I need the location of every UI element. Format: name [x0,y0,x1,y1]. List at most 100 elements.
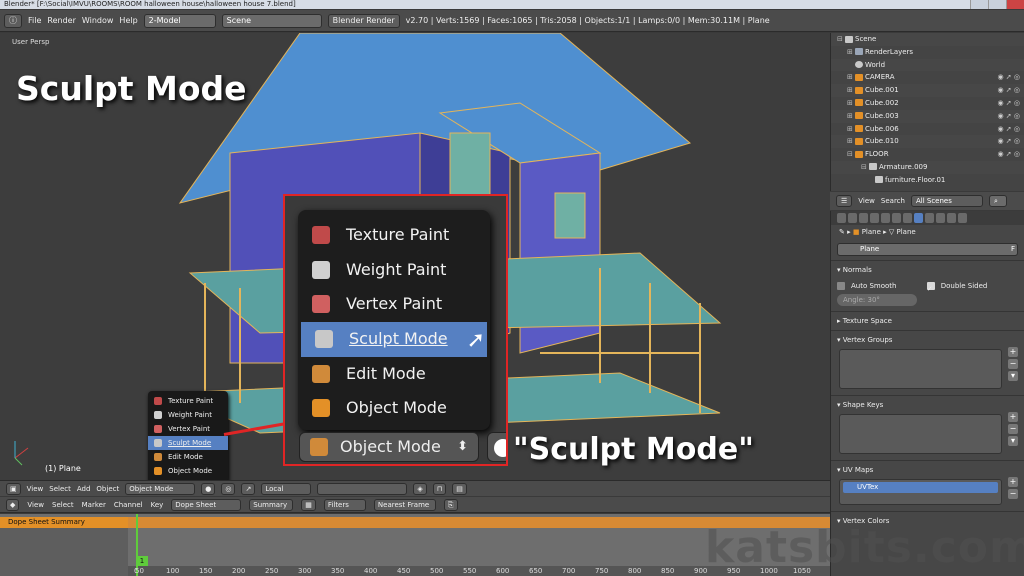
outliner-menu-search[interactable]: Search [881,197,905,205]
remove-icon[interactable]: − [1008,424,1018,434]
editor-type-outliner-icon[interactable]: ☰ [836,195,853,207]
manipulator-button[interactable]: ↗ [241,482,256,495]
texture-tab-icon[interactable] [936,213,945,223]
render-tab-icon[interactable] [837,213,846,223]
menu-marker[interactable]: Marker [82,501,106,509]
dopesheet-mode-select[interactable]: Dope Sheet [171,498,242,511]
expand-icon[interactable]: ⊞ [847,135,855,148]
editor-type-dopesheet-icon[interactable]: ◆ [6,498,20,511]
maximize-button[interactable] [988,0,1006,9]
angle-field[interactable]: Angle: 30° [837,294,917,306]
outliner-row[interactable]: ⊞ CAMERA ◉ ➚ ◎ [831,71,1024,84]
visibility-icons[interactable]: ◉ ➚ ◎ [997,84,1020,97]
expand-icon[interactable]: ⊟ [861,161,869,174]
modifiers-tab-icon[interactable] [903,213,912,223]
menu-item-weight-paint[interactable]: Weight Paint [148,408,228,422]
snap-select[interactable]: Nearest Frame [373,498,436,511]
menu-view-dopesheet[interactable]: View [27,501,44,509]
search-icon[interactable]: ⌕ [988,195,1007,207]
screen-layout-field[interactable]: 2-Model [143,13,216,28]
zoom-item-object-mode[interactable]: Object Mode [298,391,490,426]
viewport-shading-button[interactable] [487,432,506,462]
auto-smooth-checkbox[interactable]: Auto Smooth [837,282,897,290]
close-button[interactable] [1006,0,1024,9]
world-tab-icon[interactable] [870,213,879,223]
expand-icon[interactable]: ⊞ [847,46,855,59]
remove-icon[interactable]: − [1008,489,1018,499]
zoom-item-texture-paint[interactable]: Texture Paint [298,218,490,253]
expand-icon[interactable]: ⊞ [847,110,855,123]
menu-add[interactable]: Add [77,485,91,493]
scene-field[interactable]: Scene [221,13,322,28]
material-tab-icon[interactable] [925,213,934,223]
zoom-item-weight-paint[interactable]: Weight Paint [298,253,490,288]
render-engine-select[interactable]: Blender Render [327,13,400,28]
mode-select-zoomed[interactable]: Object Mode ⬍ [299,432,479,462]
scene-tab-icon[interactable] [859,213,868,223]
mesh-name-field[interactable]: Plane F [837,243,1018,256]
snap-magnet-icon[interactable]: ⊓ [432,482,447,495]
outliner-row[interactable]: World [831,58,1024,72]
uv-map-item[interactable]: UVTex [843,482,998,493]
expand-icon[interactable]: ⊞ [847,123,855,136]
outliner-menu-view[interactable]: View [858,197,875,205]
filter-icons[interactable]: ▦ [301,498,316,511]
shading-button[interactable]: ● [201,482,216,495]
dopesheet-summary-channel[interactable]: Dope Sheet Summary [0,517,128,528]
editor-type-3d-icon[interactable]: ▣ [6,482,21,495]
visibility-icons[interactable]: ◉ ➚ ◎ [997,123,1020,136]
outliner-row[interactable]: ⊟ FLOOR ◉ ➚ ◎ [831,148,1024,161]
visibility-icons[interactable]: ◉ ➚ ◎ [997,97,1020,110]
lock-icon[interactable]: ◈ [413,482,427,495]
expand-icon[interactable]: ⊞ [847,97,855,110]
outliner-row[interactable]: ⊞ Cube.001 ◉ ➚ ◎ [831,84,1024,97]
shape-keys-list[interactable] [839,414,1002,454]
layers-grid[interactable] [317,482,408,495]
menu-down-icon[interactable]: ▾ [1008,436,1018,446]
menu-item-object-mode[interactable]: Object Mode [148,464,228,478]
panel-header-shape-keys[interactable]: ▾ Shape Keys [837,399,1018,411]
menu-item-vertex-paint[interactable]: Vertex Paint [148,422,228,436]
visibility-icons[interactable]: ◉ ➚ ◎ [997,148,1020,161]
mode-select[interactable]: Object Mode [125,482,196,495]
fake-user-button[interactable]: F [1011,244,1015,255]
add-icon[interactable]: + [1008,347,1018,357]
outliner-row[interactable]: ⊟ Armature.009 [831,160,1024,174]
menu-render[interactable]: Render [47,16,75,25]
visibility-icons[interactable]: ◉ ➚ ◎ [997,110,1020,123]
display-mode-select[interactable]: All Scenes [910,195,983,207]
minimize-button[interactable] [970,0,988,9]
zoom-item-edit-mode[interactable]: Edit Mode [298,357,490,392]
orientation-select[interactable]: Local [261,482,312,495]
menu-object[interactable]: Object [96,485,119,493]
menu-select[interactable]: Select [49,485,71,493]
add-icon[interactable]: + [1008,477,1018,487]
add-icon[interactable]: + [1008,412,1018,422]
outliner-row[interactable]: ⊞ Cube.002 ◉ ➚ ◎ [831,97,1024,110]
panel-header-texture-space[interactable]: ▸ Texture Space [837,315,1018,327]
outliner-row[interactable]: furniture.Floor.01 [831,174,1024,187]
outliner-row[interactable]: ⊞ Cube.006 ◉ ➚ ◎ [831,123,1024,136]
summary-toggle[interactable]: Summary [249,498,294,511]
menu-item-sculpt-mode[interactable]: Sculpt Mode [148,436,228,450]
menu-file[interactable]: File [28,16,41,25]
mesh-data-tab-icon[interactable] [914,213,923,223]
expand-icon[interactable]: ⊞ [847,84,855,97]
menu-help[interactable]: Help [119,16,137,25]
pin-icon[interactable]: ✎ [839,228,845,236]
constraints-tab-icon[interactable] [892,213,901,223]
menu-window[interactable]: Window [82,16,114,25]
menu-channel[interactable]: Channel [114,501,143,509]
menu-view[interactable]: View [27,485,44,493]
layers-tab-icon[interactable] [848,213,857,223]
menu-item-edit-mode[interactable]: Edit Mode [148,450,228,464]
outliner-row[interactable]: ⊞ Cube.003 ◉ ➚ ◎ [831,109,1024,123]
expand-icon[interactable]: ⊟ [847,148,855,161]
physics-tab-icon[interactable] [958,213,967,223]
object-tab-icon[interactable] [881,213,890,223]
zoom-item-vertex-paint[interactable]: Vertex Paint [298,287,490,322]
visibility-icons[interactable]: ◉ ➚ ◎ [997,71,1020,84]
menu-down-icon[interactable]: ▾ [1008,371,1018,381]
panel-header-vertex-groups[interactable]: ▾ Vertex Groups [837,334,1018,346]
pivot-button[interactable]: ◎ [221,482,236,495]
